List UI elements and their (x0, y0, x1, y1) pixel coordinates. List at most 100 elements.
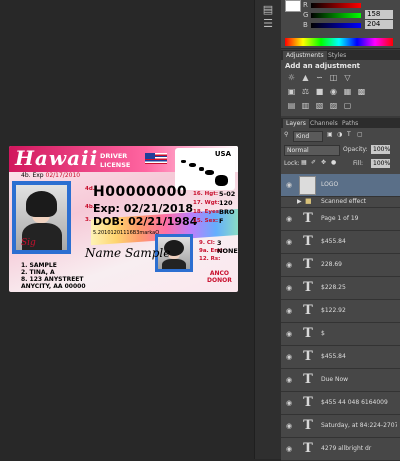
exp-date: Exp: 02/21/2018 (93, 202, 193, 215)
posterize-icon[interactable]: ▥ (301, 102, 310, 110)
adjustments-tabbar: Adjustments Styles (281, 50, 400, 60)
layer-row[interactable]: ◉ T $455.84 (281, 346, 400, 369)
layer-row[interactable]: ◉ LOGO (281, 174, 400, 197)
brightness-icon[interactable]: ☼ (287, 74, 296, 82)
eye-icon[interactable]: ◉ (284, 376, 294, 384)
curves-icon[interactable]: ∽ (315, 74, 324, 82)
filter-pixel-icon[interactable]: ▣ (327, 131, 333, 138)
kind-select[interactable]: Kind (293, 131, 323, 142)
color-panel: R G 158 B 204 (281, 0, 400, 49)
address-line1: 1. SAMPLE (21, 262, 57, 269)
eye-icon[interactable] (284, 198, 294, 206)
layer-row[interactable]: ◉ T 4279 allbright dr (281, 438, 400, 461)
folder-icon: ■ (305, 197, 312, 205)
eye-icon[interactable]: ◉ (284, 181, 294, 189)
dob-date: DOB: 02/21/1984 (93, 215, 198, 228)
layer-row[interactable]: ◉ T $455.84 (281, 231, 400, 254)
layer-row[interactable]: ◉ T Saturday, at 84:224-2707 (281, 415, 400, 438)
green-slider-bar[interactable] (311, 13, 361, 18)
lock-brush-icon[interactable]: ✐ (311, 159, 316, 166)
lock-label: Lock: (284, 160, 300, 167)
red-slider-bar[interactable] (311, 3, 361, 8)
tab-styles[interactable]: Styles (325, 51, 349, 60)
color-balance-icon[interactable]: ⚖ (301, 88, 310, 96)
document-number: 5.20101201116B3markaO (93, 230, 160, 236)
layer-row[interactable]: ◉ T $ (281, 323, 400, 346)
red-slider[interactable]: R (303, 1, 371, 10)
address-line2: 2. TINA, A (21, 269, 55, 276)
tab-channels[interactable]: Channels (307, 119, 341, 128)
driver-license-label: DRIVER LICENSE (100, 152, 130, 170)
blue-value[interactable]: 204 (365, 20, 393, 29)
exp-top-value: 02/17/2010 (45, 172, 81, 179)
layer-thumbnail (299, 176, 316, 195)
photo-filter-icon[interactable]: ◉ (329, 88, 338, 96)
channel-mixer-icon[interactable]: ▦ (343, 88, 352, 96)
eye-icon[interactable]: ◉ (284, 399, 294, 407)
eye-icon[interactable]: ◉ (284, 422, 294, 430)
layer-row[interactable]: ◉ T Page 1 of 19 (281, 208, 400, 231)
eye-icon[interactable]: ◉ (284, 330, 294, 338)
panel-icon-strip: ▤ ☰ (254, 0, 282, 459)
layers-tabbar: Layers Channels Paths (281, 118, 400, 128)
field-3-label: 3. (85, 217, 91, 223)
foreground-swatch[interactable] (285, 0, 301, 12)
layer-name: Page 1 of 19 (321, 215, 359, 222)
invert-icon[interactable]: ▤ (287, 102, 296, 110)
tab-layers[interactable]: Layers (283, 119, 309, 128)
filter-shape-icon[interactable]: ▢ (357, 131, 363, 138)
layer-name: 4279 allbright dr (321, 445, 372, 452)
tab-paths[interactable]: Paths (339, 119, 361, 128)
gradient-map-icon[interactable]: ▢ (343, 102, 352, 110)
layer-row[interactable]: ◉ T $455 44 048 6164009 (281, 392, 400, 415)
layer-row[interactable]: ◉ T $228.25 (281, 277, 400, 300)
expand-arrow-icon[interactable]: ▶ (297, 198, 302, 205)
lock-all-icon[interactable]: ● (331, 159, 336, 166)
black-white-icon[interactable]: ■ (315, 88, 324, 96)
eye-icon[interactable]: ◉ (284, 238, 294, 246)
document-canvas[interactable]: Hawaii DRIVER LICENSE USA 4b. Exp 02/17/… (0, 0, 254, 459)
filter-type-icon[interactable]: T (347, 131, 351, 138)
tab-adjustments[interactable]: Adjustments (283, 51, 327, 60)
eye-icon[interactable]: ◉ (284, 445, 294, 453)
selective-color-icon[interactable]: ▨ (329, 102, 338, 110)
eye-icon[interactable]: ◉ (284, 261, 294, 269)
eye-icon[interactable]: ◉ (284, 284, 294, 292)
color-spectrum[interactable] (285, 38, 393, 46)
lock-move-icon[interactable]: ✥ (321, 159, 326, 166)
blue-slider[interactable]: B 204 (303, 20, 393, 30)
levels-icon[interactable]: ▲ (301, 74, 310, 82)
text-layer-icon: T (303, 257, 313, 272)
properties-icon[interactable]: ☰ (261, 18, 275, 30)
blend-mode-select[interactable]: Normal (284, 145, 340, 156)
island-icon (215, 175, 228, 186)
search-icon: ⚲ (284, 131, 289, 138)
eye-icon[interactable]: ◉ (284, 353, 294, 361)
history-icon[interactable]: ▤ (261, 4, 275, 16)
hue-saturation-icon[interactable]: ▣ (287, 88, 296, 96)
restriction-label: 12. Rs: (199, 256, 221, 262)
layer-group-row[interactable]: ▶ ■ Scanned effect (281, 197, 400, 208)
eye-icon[interactable]: ◉ (284, 215, 294, 223)
eyes-label: 18. Eyes: (193, 209, 222, 215)
adjustments-panel: Add an adjustment ☼ ▲ ∽ ◫ ▽ ▣ ⚖ ■ ◉ ▦ ▩ … (281, 60, 400, 116)
eye-icon[interactable]: ◉ (284, 307, 294, 315)
text-layer-icon: T (303, 211, 313, 226)
height-label: 16. Hgt: (193, 191, 219, 197)
filter-adjust-icon[interactable]: ◑ (337, 131, 342, 138)
green-value[interactable]: 158 (365, 10, 393, 19)
blue-slider-bar[interactable] (311, 23, 361, 28)
layer-row[interactable]: ◉ T $122.92 (281, 300, 400, 323)
layer-row[interactable]: ◉ T Due Now (281, 369, 400, 392)
opacity-field[interactable]: 100% (371, 145, 390, 154)
vibrance-icon[interactable]: ▽ (343, 74, 352, 82)
color-lookup-icon[interactable]: ▩ (357, 88, 366, 96)
exposure-icon[interactable]: ◫ (329, 74, 338, 82)
layer-name: Scanned effect (321, 198, 366, 205)
green-slider[interactable]: G 158 (303, 10, 393, 20)
layer-row[interactable]: ◉ T 228.69 (281, 254, 400, 277)
threshold-icon[interactable]: ▧ (315, 102, 324, 110)
dl-line1: DRIVER (100, 152, 128, 160)
fill-field[interactable]: 100% (371, 159, 390, 168)
lock-pixels-icon[interactable]: ▦ (301, 159, 307, 166)
